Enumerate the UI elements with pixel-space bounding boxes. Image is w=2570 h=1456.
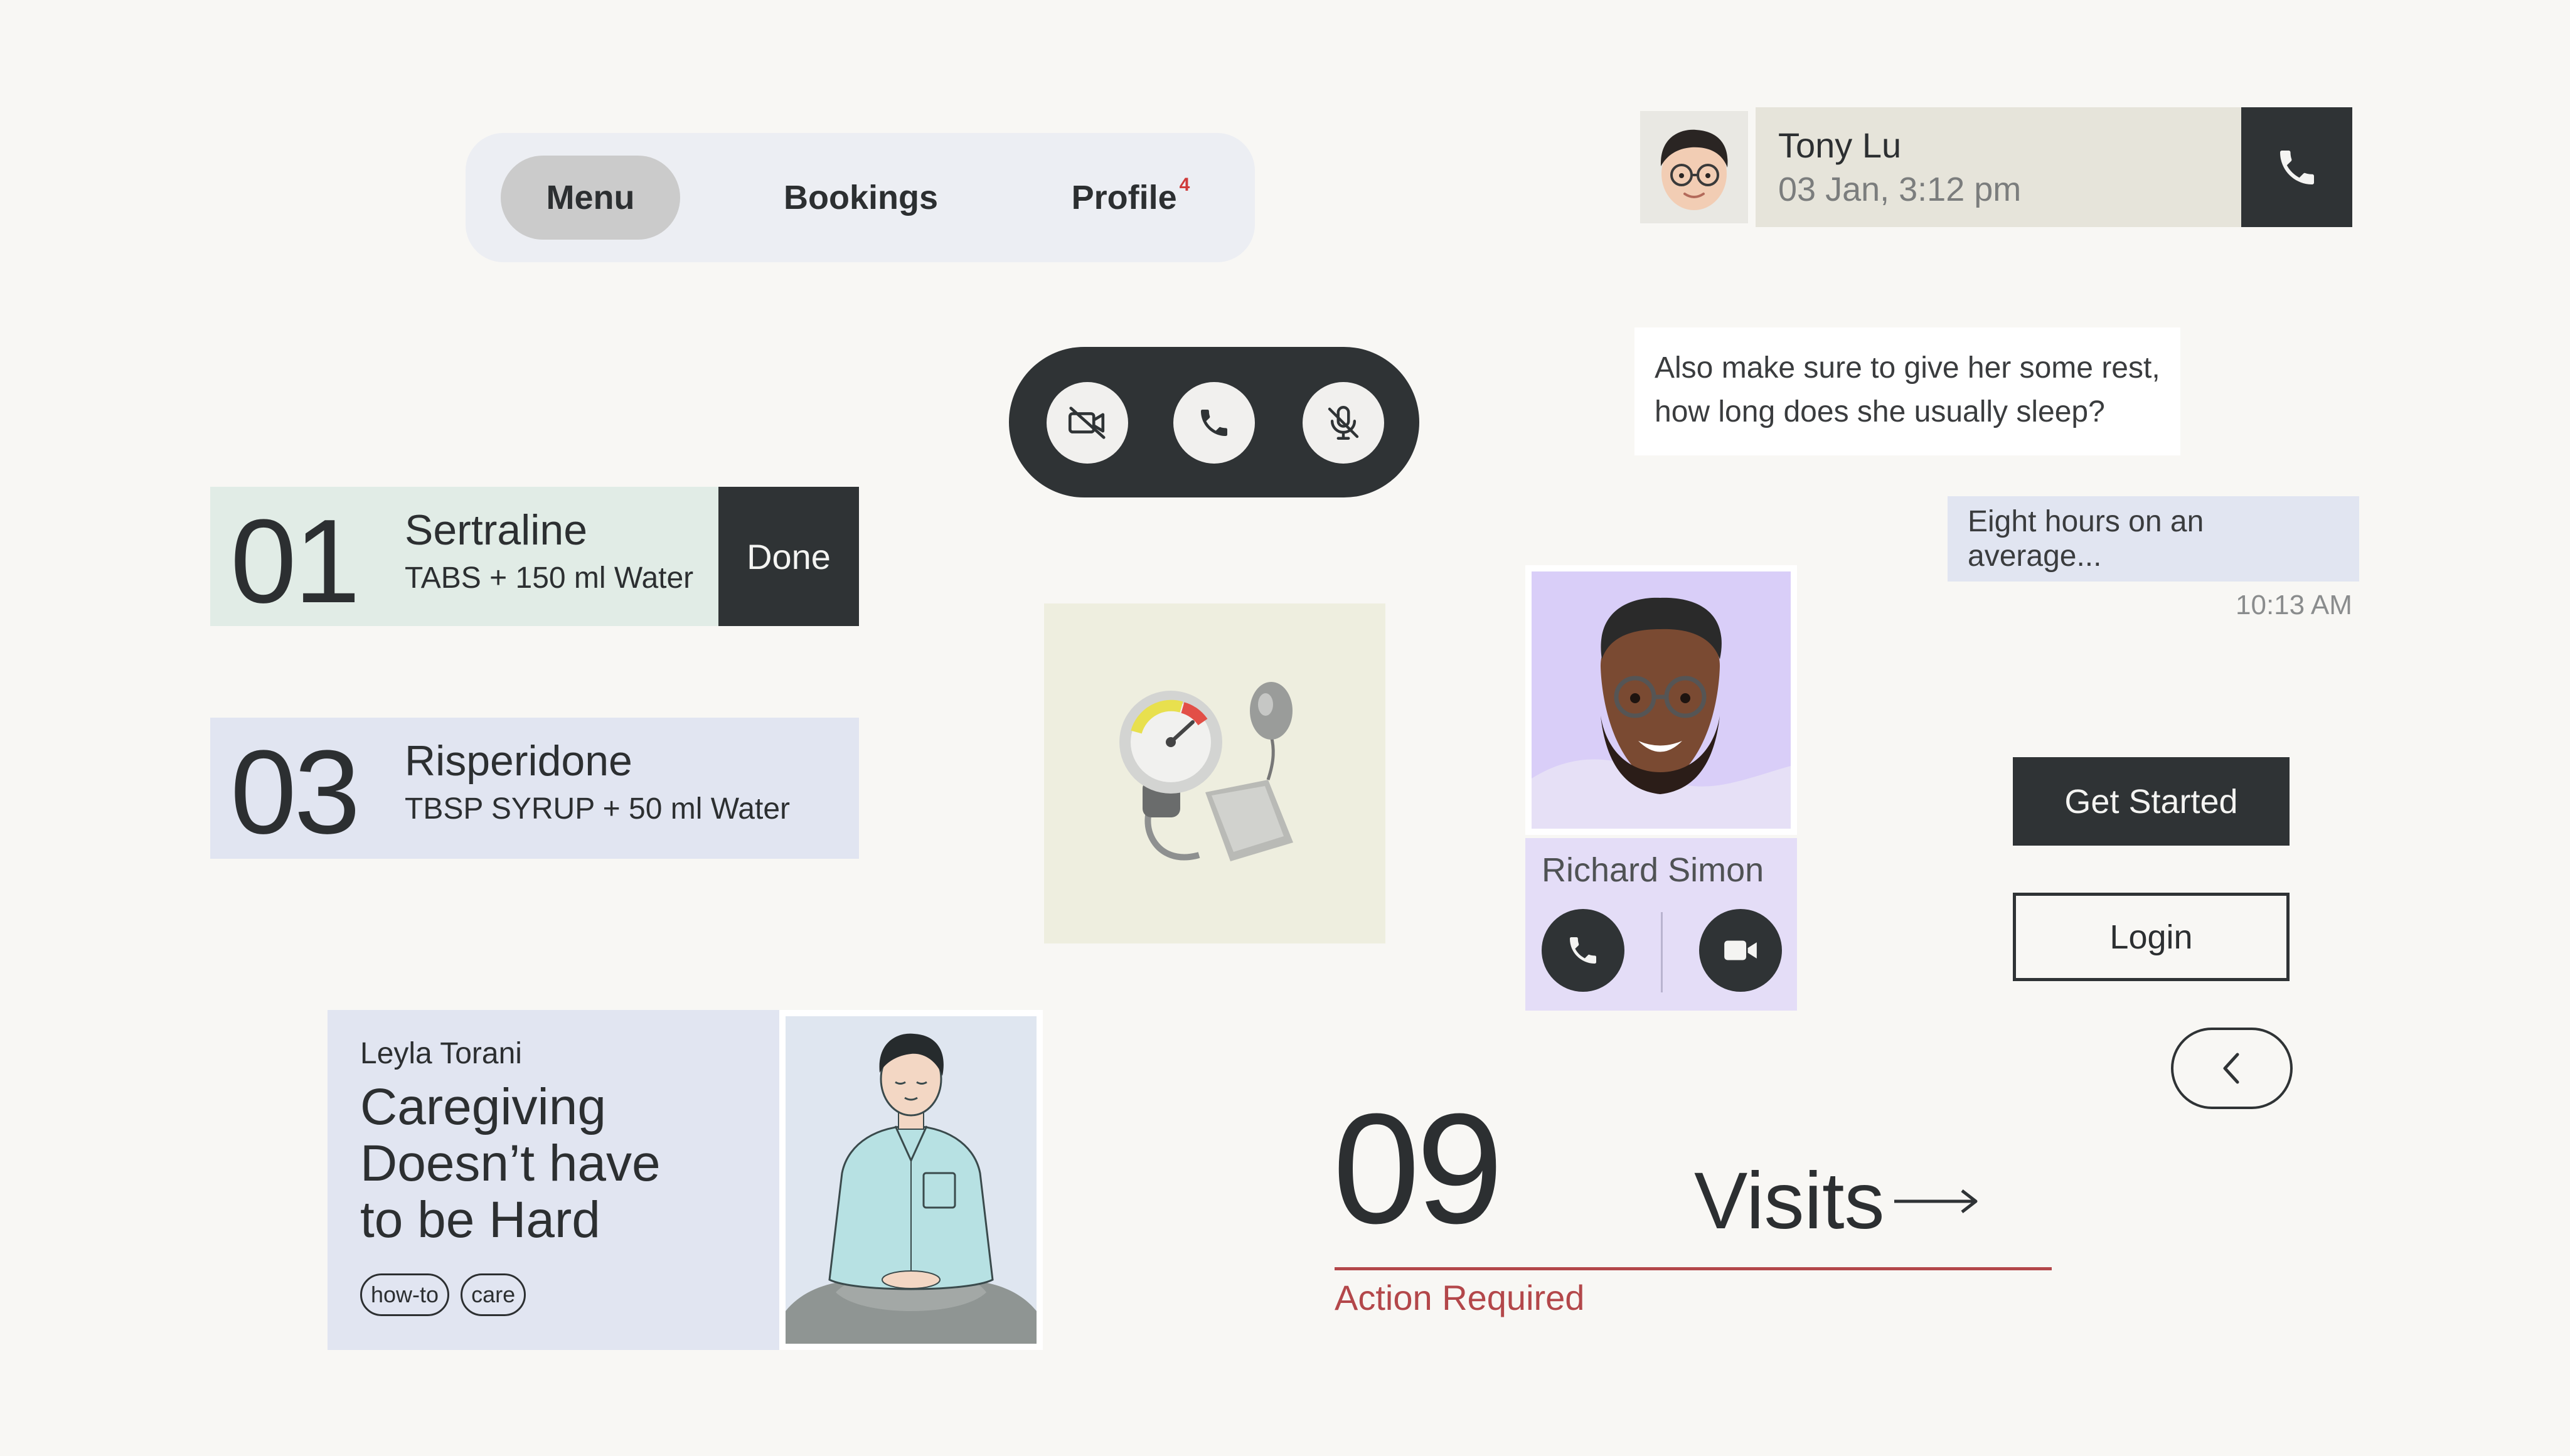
chat-timestamp: 10:13 AM	[2236, 590, 2352, 620]
back-button[interactable]	[2171, 1028, 2293, 1109]
alert-underline	[1335, 1267, 2052, 1270]
tag-care[interactable]: care	[461, 1273, 526, 1316]
phone-icon	[2279, 150, 2314, 184]
chat-outgoing-text: Eight hours on an average...	[1968, 505, 2204, 573]
meditation-person-icon	[786, 1016, 1037, 1344]
blood-pressure-monitor-image	[1044, 603, 1385, 943]
doctor-video-button[interactable]	[1699, 909, 1782, 992]
mic-off-icon	[1328, 406, 1359, 440]
profile-badge: 4	[1179, 174, 1190, 195]
tab-bookings[interactable]: Bookings	[767, 156, 955, 240]
contact-name: Tony Lu	[1778, 125, 1902, 165]
medication-body: 01 Sertraline TABS + 150 ml Water	[210, 487, 718, 628]
doctor-avatar	[1532, 571, 1791, 829]
medication-number: 01	[230, 495, 360, 628]
call-controls	[1009, 347, 1419, 497]
phone-icon	[1201, 410, 1227, 436]
tab-profile-label: Profile	[1071, 179, 1177, 216]
medication-card: 01 Sertraline TABS + 150 ml Water Done	[210, 487, 859, 628]
article-tags: how-to care	[360, 1273, 526, 1316]
done-button[interactable]: Done	[718, 487, 859, 626]
medication-dose: TABS + 150 ml Water	[405, 561, 694, 595]
divider	[1661, 912, 1663, 992]
medication-dose: TBSP SYRUP + 50 ml Water	[405, 792, 790, 826]
doctor-card: Richard Simon	[1525, 838, 1797, 1011]
chat-bubble-incoming: Also make sure to give her some rest, ho…	[1634, 327, 2180, 455]
medication-name: Sertraline	[405, 506, 588, 554]
contact-call-button[interactable]	[2241, 107, 2352, 227]
mute-button[interactable]	[1303, 382, 1384, 464]
arrow-right-icon[interactable]	[1892, 1186, 1980, 1217]
doctor-photo	[1525, 565, 1797, 835]
done-button-label: Done	[747, 536, 831, 577]
medication-card: 03 Risperidone TBSP SYRUP + 50 ml Water	[210, 718, 859, 859]
avatar-icon	[1532, 571, 1791, 829]
tab-menu[interactable]: Menu	[501, 156, 680, 240]
login-label: Login	[2109, 918, 2193, 956]
avatar-icon	[1660, 129, 1728, 210]
video-off-icon	[1068, 407, 1106, 439]
meditation-illustration	[786, 1016, 1037, 1344]
contact-card: Tony Lu 03 Jan, 3:12 pm	[1636, 107, 2352, 227]
contact-info: Tony Lu 03 Jan, 3:12 pm	[1756, 107, 2241, 227]
tab-menu-label: Menu	[546, 179, 635, 216]
tab-profile[interactable]: Profile 4	[1043, 156, 1218, 240]
get-started-button[interactable]: Get Started	[2013, 757, 2290, 846]
video-icon	[1724, 940, 1757, 960]
article-card[interactable]: Leyla Torani Caregiving Doesn’t have to …	[328, 1010, 779, 1350]
main-nav: Menu Bookings Profile 4	[466, 133, 1255, 262]
tag-how-to[interactable]: how-to	[360, 1273, 450, 1316]
login-button[interactable]: Login	[2013, 893, 2290, 981]
article-title: Caregiving Doesn’t have to be Hard	[360, 1078, 661, 1248]
visits-link[interactable]: Visits	[1694, 1157, 1885, 1245]
medication-number: 03	[230, 726, 360, 859]
visits-count: 09	[1333, 1081, 1503, 1256]
chevron-left-icon	[2223, 1053, 2239, 1084]
get-started-label: Get Started	[2064, 782, 2238, 821]
medication-name: Risperidone	[405, 737, 632, 785]
phone-icon	[1570, 937, 1596, 964]
contact-datetime: 03 Jan, 3:12 pm	[1778, 171, 2022, 208]
call-button[interactable]	[1173, 382, 1255, 464]
blood-pressure-monitor-icon	[1119, 682, 1293, 861]
chat-bubble-outgoing: Eight hours on an average...	[1948, 496, 2359, 582]
action-required-label: Action Required	[1335, 1278, 1585, 1317]
tab-bookings-label: Bookings	[783, 179, 938, 216]
doctor-name: Richard Simon	[1542, 851, 1764, 889]
video-off-button[interactable]	[1047, 382, 1128, 464]
article-image	[779, 1010, 1043, 1350]
avatar	[1636, 107, 1752, 227]
doctor-call-button[interactable]	[1542, 909, 1624, 992]
article-author: Leyla Torani	[360, 1037, 522, 1070]
